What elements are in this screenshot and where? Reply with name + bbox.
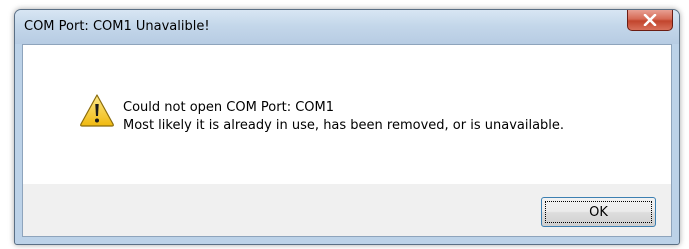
error-message: Could not open COM Port: COM1 Most likel… xyxy=(123,99,564,135)
close-icon xyxy=(643,14,657,26)
dialog-window: COM Port: COM1 Unavalible! Could not ope… xyxy=(14,9,680,245)
message-line-2: Most likely it is already in use, has be… xyxy=(123,118,565,133)
ok-button[interactable]: OK xyxy=(541,197,656,227)
title-bar[interactable]: COM Port: COM1 Unavalible! xyxy=(15,10,679,44)
message-area: Could not open COM Port: COM1 Most likel… xyxy=(23,45,671,184)
message-line-1: Could not open COM Port: COM1 xyxy=(123,100,335,115)
window-title: COM Port: COM1 Unavalible! xyxy=(24,19,210,34)
warning-icon xyxy=(80,94,114,127)
dialog-body: Could not open COM Port: COM1 Most likel… xyxy=(22,44,672,237)
close-button[interactable] xyxy=(627,10,673,31)
ok-button-label: OK xyxy=(545,201,652,223)
